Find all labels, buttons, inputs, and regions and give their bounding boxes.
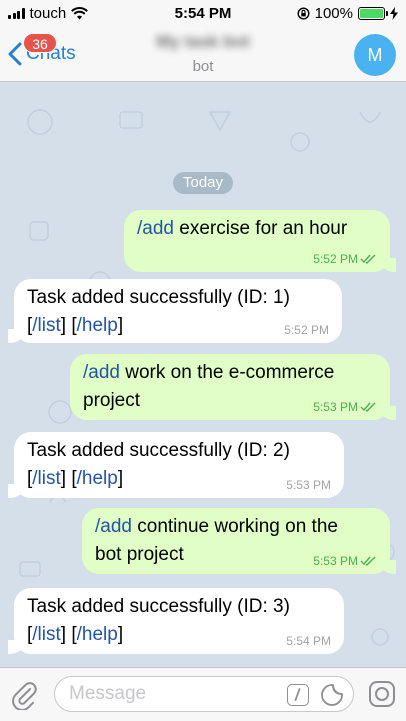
message-field[interactable] bbox=[54, 676, 354, 712]
orientation-lock-icon bbox=[297, 7, 310, 20]
list-command-link[interactable]: /list bbox=[32, 315, 61, 336]
outgoing-message[interactable]: /add exercise for an hour 5:52 PM bbox=[124, 210, 396, 272]
message-text: Task added successfully (ID: 1) bbox=[27, 287, 290, 308]
battery-info: 100% bbox=[297, 5, 398, 22]
chat-title: My task bot bbox=[156, 32, 250, 51]
message-list[interactable]: Today /add exercise for an hour 5:52 PM … bbox=[0, 82, 406, 667]
help-command-link[interactable]: /help bbox=[77, 315, 118, 336]
message-input[interactable] bbox=[69, 681, 269, 707]
incoming-message[interactable]: Task added successfully (ID: 1) [/list] … bbox=[8, 279, 342, 343]
outgoing-message[interactable]: /add continue working on the bot project… bbox=[82, 508, 396, 574]
message-text: Task added successfully (ID: 2) bbox=[27, 440, 290, 461]
message-time: 5:53 PM bbox=[286, 478, 331, 492]
chat-subtitle: bot bbox=[192, 58, 214, 75]
message-time: 5:52 PM bbox=[284, 323, 329, 337]
bot-commands-button[interactable] bbox=[287, 684, 309, 706]
message-text: Task added successfully (ID: 3) bbox=[27, 596, 290, 617]
message-time: 5:53 PM bbox=[313, 554, 358, 568]
attach-button[interactable] bbox=[10, 680, 38, 715]
help-command-link[interactable]: /help bbox=[77, 624, 118, 645]
list-command-link[interactable]: /list bbox=[32, 468, 61, 489]
composer-bar bbox=[0, 667, 406, 721]
outgoing-message[interactable]: /add work on the e-commerce project 5:53… bbox=[70, 354, 396, 420]
message-meta: 5:53 PM bbox=[313, 400, 377, 414]
chat-header: Chats 36 My task bot bot M bbox=[0, 28, 406, 82]
message-meta: 5:53 PM bbox=[313, 554, 377, 568]
command-link[interactable]: /add bbox=[95, 516, 132, 537]
status-bar: touch 5:54 PM 100% bbox=[0, 0, 406, 28]
charging-bolt-icon bbox=[390, 7, 398, 20]
command-link[interactable]: /add bbox=[83, 362, 120, 383]
avatar[interactable]: M bbox=[354, 34, 396, 76]
back-button[interactable]: Chats 36 bbox=[8, 33, 76, 72]
double-check-icon bbox=[360, 254, 376, 264]
message-meta: 5:52 PM bbox=[313, 252, 377, 266]
camera-icon bbox=[369, 681, 395, 707]
battery-fill bbox=[360, 9, 383, 18]
message-time: 5:53 PM bbox=[313, 400, 358, 414]
camera-button[interactable] bbox=[368, 680, 396, 713]
message-time: 5:54 PM bbox=[286, 634, 331, 648]
double-check-icon bbox=[360, 402, 376, 412]
battery-icon bbox=[358, 7, 388, 20]
command-link[interactable]: /add bbox=[137, 218, 174, 239]
paperclip-icon bbox=[12, 682, 37, 711]
message-time: 5:52 PM bbox=[313, 252, 358, 266]
message-text: /add work on the e-commerce bbox=[83, 362, 335, 383]
slash-icon bbox=[294, 688, 301, 701]
message-text: /add exercise for an hour bbox=[137, 218, 348, 239]
double-check-icon bbox=[360, 556, 376, 566]
sticker-button[interactable] bbox=[320, 683, 344, 712]
list-command-link[interactable]: /list bbox=[32, 624, 61, 645]
chat-title-area[interactable]: My task bot bbox=[110, 32, 296, 52]
chevron-left-icon bbox=[8, 42, 22, 66]
sticker-icon bbox=[321, 684, 343, 706]
incoming-message[interactable]: Task added successfully (ID: 3) [/list] … bbox=[8, 588, 344, 654]
incoming-message[interactable]: Task added successfully (ID: 2) [/list] … bbox=[8, 432, 344, 498]
unread-count-badge: 36 bbox=[23, 33, 57, 53]
battery-percent: 100% bbox=[314, 5, 353, 22]
date-separator: Today bbox=[173, 172, 234, 194]
message-text: /add continue working on the bbox=[95, 516, 338, 537]
help-command-link[interactable]: /help bbox=[77, 468, 118, 489]
